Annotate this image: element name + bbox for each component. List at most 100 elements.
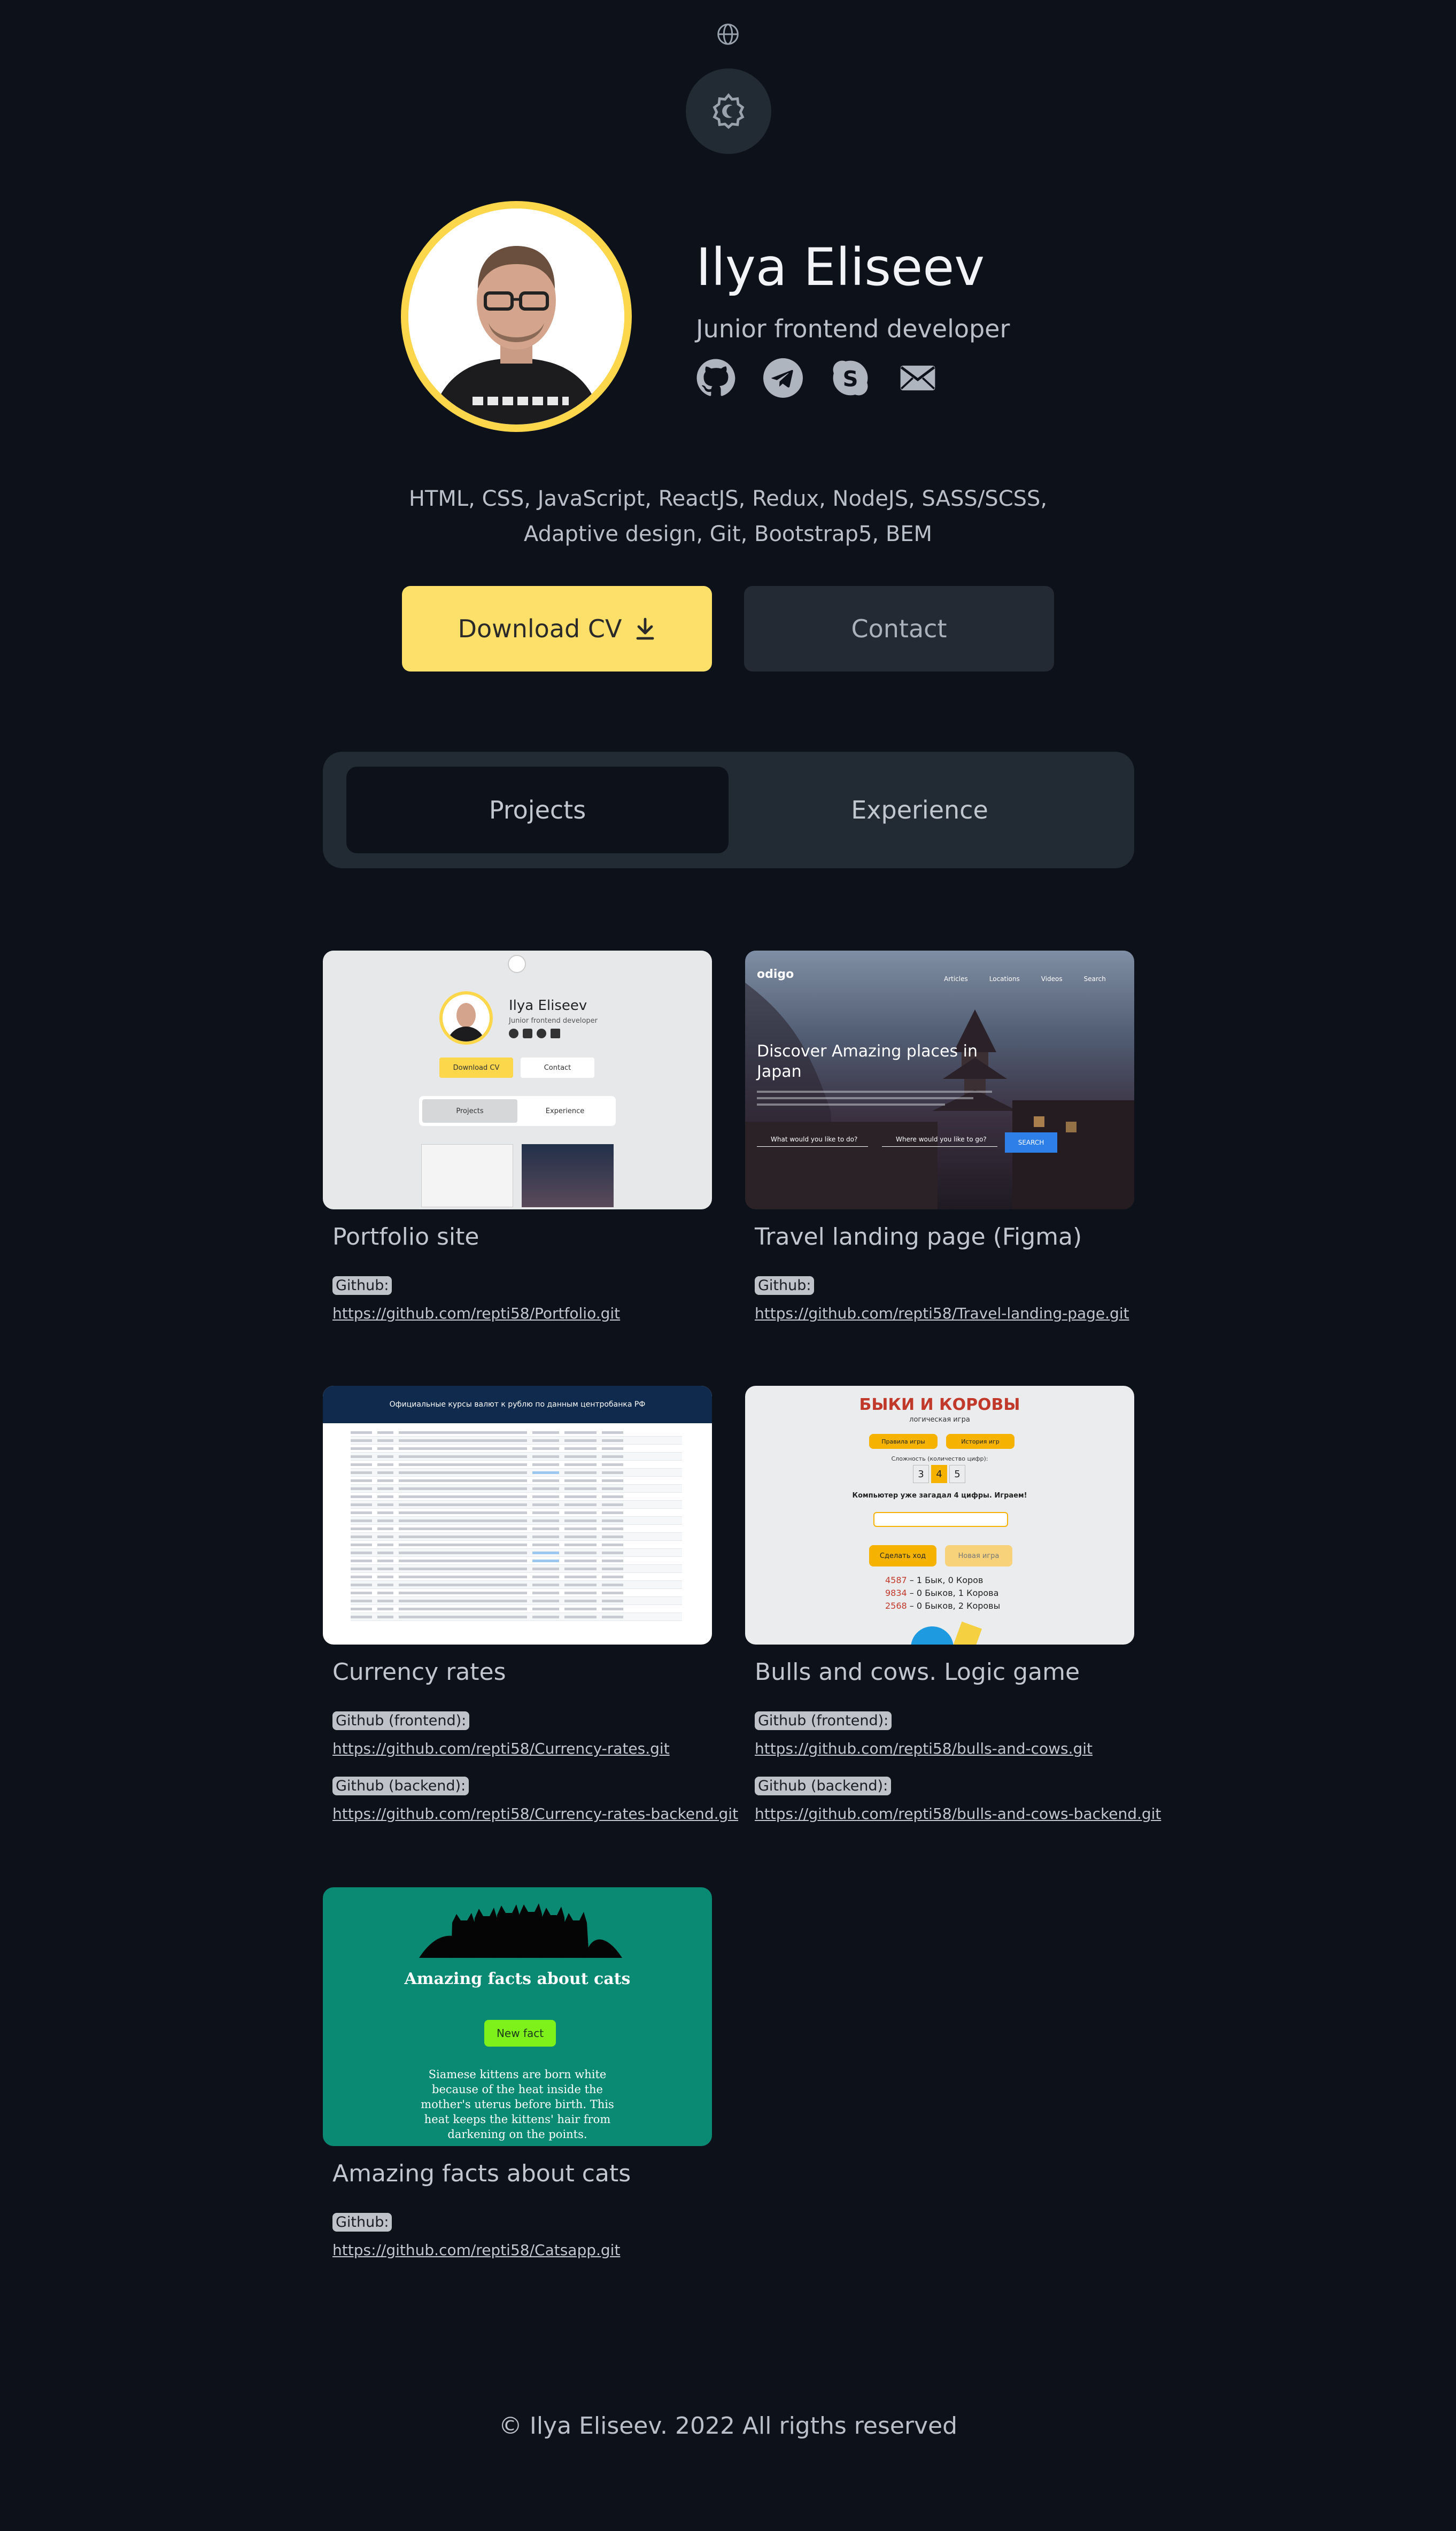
thumb-headline: Discover Amazing places in Japan [757,1042,978,1081]
download-icon [637,618,654,640]
avatar-photo [408,209,624,425]
contact-button[interactable]: Contact [744,586,1054,672]
thumb-search: SEARCH [1005,1132,1057,1153]
project-github-link[interactable]: https://github.com/repti58/bulls-and-cow… [755,1805,1161,1823]
project-github-link[interactable]: https://github.com/repti58/Portfolio.git [332,1305,712,1322]
project-card: Официальные курсы валют к рублю по данны… [323,1386,738,1823]
project-title: Bulls and cows. Logic game [755,1658,1080,1686]
project-card: БЫКИ И КОРОВЫ логическая игра Правила иг… [745,1386,1161,1823]
thumb-heading: Amazing facts about cats [404,1970,631,1988]
link-label: Github: [332,1276,392,1295]
project-thumbnail[interactable]: odigo Articles Locations Videos Search D… [745,951,1134,1209]
tab-experience[interactable]: Experience [729,767,1111,853]
project-github-link[interactable]: https://github.com/repti58/Currency-rate… [332,1740,712,1757]
skype-link[interactable]: S [831,358,870,398]
skype-icon: S [833,360,868,396]
thumb-difficulty: Сложность (количество цифр): [891,1455,988,1462]
thumb-guesses: 4587 – 1 Бык, 0 Коров 9834 – 0 Быков, 1 … [885,1575,1001,1611]
project-thumbnail[interactable]: Официальные курсы валют к рублю по данны… [323,1386,712,1645]
thumb-table-row [351,1461,682,1469]
profile-role: Junior frontend developer [696,314,1010,343]
tab-projects[interactable]: Projects [346,767,729,853]
project-thumbnail[interactable]: БЫКИ И КОРОВЫ логическая игра Правила иг… [745,1386,1134,1645]
telegram-link[interactable] [763,358,803,398]
project-github-link[interactable]: https://github.com/repti58/Catsapp.git [332,2241,712,2259]
project-card: Amazing facts about cats New fact Siames… [323,1887,712,2259]
project-github-link[interactable]: https://github.com/repti58/Currency-rate… [332,1805,738,1823]
thumb-table-row [351,1605,682,1613]
email-link[interactable] [898,358,938,398]
thumb-table-row [351,1541,682,1549]
thumb-nav-item: Locations [989,975,1020,983]
social-links: S [696,358,938,398]
thumb-new-game: Новая игра [945,1545,1012,1567]
thumb-header: Официальные курсы валют к рублю по данны… [323,1386,712,1423]
project-github-link[interactable]: https://github.com/repti58/Travel-landin… [755,1305,1134,1322]
thumb-table-row [351,1493,682,1501]
mail-icon [900,365,935,391]
thumb-table [351,1429,682,1621]
thumb-logo: odigo [757,968,794,981]
thumb-table-row [351,1549,682,1557]
thumb-digit: 3 [913,1465,929,1483]
thumb-subtitle: логическая игра [909,1416,970,1424]
link-label: Github (backend): [755,1777,892,1795]
thumb-fact: Siamese kittens are born white because o… [421,2068,614,2141]
thumb-field1: What would you like to do? [757,1136,869,1147]
thumb-table-row [351,1597,682,1605]
thumb-table-row [351,1477,682,1485]
thumb-tab2: Experience [545,1107,585,1115]
thumb-digit: 4 [931,1465,947,1483]
thumb-rules: Правила игры [869,1434,938,1449]
thumb-role: Junior frontend developer [509,1017,598,1025]
thumb-table-row [351,1581,682,1589]
thumb-move: Сделать ход [869,1545,936,1567]
globe-icon [717,24,739,45]
project-title: Portfolio site [332,1223,479,1251]
project-title: Currency rates [332,1658,506,1686]
thumb-name: Ilya Eliseev [509,998,587,1014]
telegram-icon [763,358,803,398]
thumb-table-row [351,1613,682,1621]
project-title: Travel landing page (Figma) [755,1223,1082,1251]
language-button[interactable] [715,21,741,47]
project-card: odigo Articles Locations Videos Search D… [745,951,1134,1322]
download-cv-button[interactable]: Download CV [402,586,712,672]
thumb-table-row [351,1517,682,1525]
theme-toggle-button[interactable] [686,68,771,154]
link-label: Github (backend): [332,1777,469,1795]
thumb-table-row [351,1565,682,1573]
section-tabs: Projects Experience [323,752,1134,868]
thumb-table-row [351,1469,682,1477]
github-icon [696,359,735,396]
github-link[interactable] [696,358,735,398]
thumb-prompt: Компьютер уже загадал 4 цифры. Играем! [852,1492,1027,1500]
thumb-field2: Where would you like to go? [882,1136,997,1147]
project-thumbnail[interactable]: Amazing facts about cats New fact Siames… [323,1887,712,2146]
cats-silhouette-icon [419,1903,622,1958]
thumb-table-row [351,1453,682,1461]
svg-text:S: S [843,367,858,391]
thumb-table-row [351,1437,682,1445]
thumb-tab1: Projects [422,1099,517,1123]
link-label: Github (frontend): [332,1711,470,1730]
thumb-table-row [351,1533,682,1541]
thumb-table-row [351,1589,682,1597]
thumb-table-row [351,1485,682,1493]
profile-name: Ilya Eliseev [696,237,985,297]
project-card: Ilya Eliseev Junior frontend developer D… [323,951,712,1322]
project-title: Amazing facts about cats [332,2160,631,2187]
project-github-link[interactable]: https://github.com/repti58/bulls-and-cow… [755,1740,1134,1757]
thumb-nav-item: Articles [944,975,968,983]
footer-copyright: © Ilya Eliseev. 2022 All rigths reserved [498,2412,958,2440]
link-label: Github: [332,2213,392,2232]
thumb-table-row [351,1525,682,1533]
skills-list: HTML, CSS, JavaScript, ReactJS, Redux, N… [408,487,1048,546]
thumb-nav-item: Search [1083,975,1106,983]
thumb-title: БЫКИ И КОРОВЫ [859,1395,1020,1414]
thumb-cv: Download CV [439,1058,513,1078]
avatar [401,201,632,432]
thumb-history: История игр [946,1434,1014,1449]
thumb-table-row [351,1509,682,1517]
project-thumbnail[interactable]: Ilya Eliseev Junior frontend developer D… [323,951,712,1209]
